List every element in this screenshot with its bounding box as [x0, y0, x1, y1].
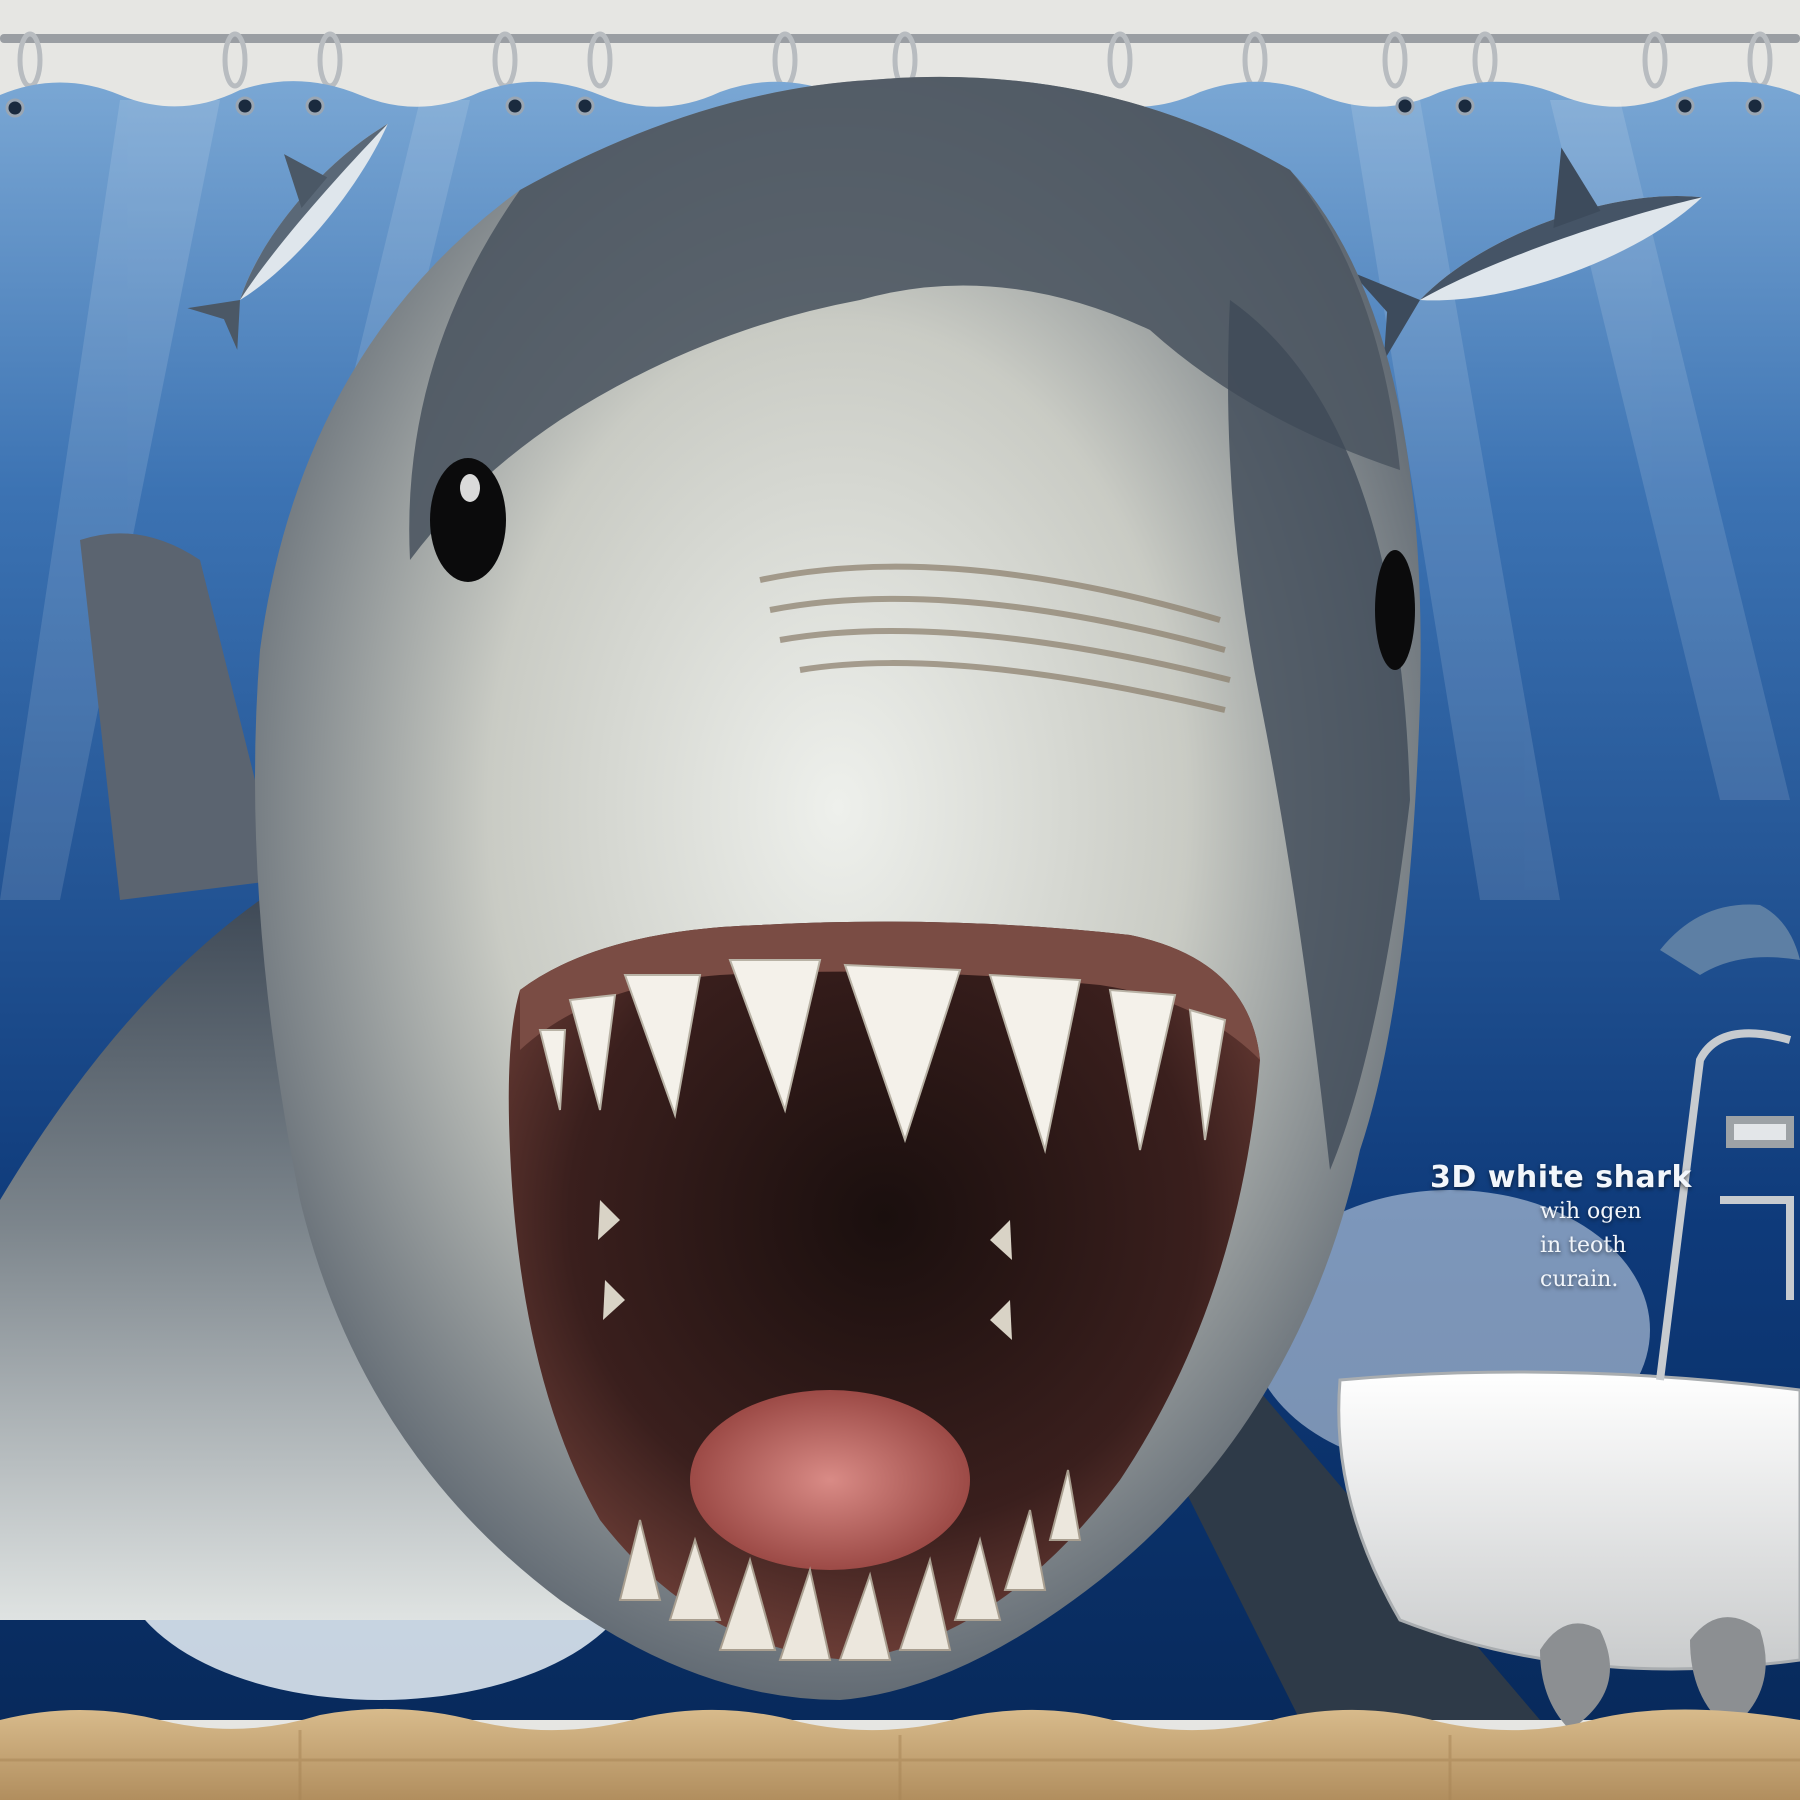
caption-line-1: wih ogen [1540, 1199, 1642, 1224]
shark-eye-right [1375, 550, 1415, 670]
caption-line-2: in teoth [1540, 1233, 1627, 1258]
product-caption: 3D white shark wih ogen in teoth curain. [1430, 1160, 1700, 1297]
shower-curtain-scene: 3D white shark wih ogen in teoth curain. [0, 0, 1800, 1800]
curtain-artwork [0, 0, 1800, 1800]
shark-tongue [690, 1390, 970, 1570]
caption-line-3: curain. [1540, 1267, 1619, 1292]
caption-title: 3D white shark [1430, 1160, 1692, 1195]
